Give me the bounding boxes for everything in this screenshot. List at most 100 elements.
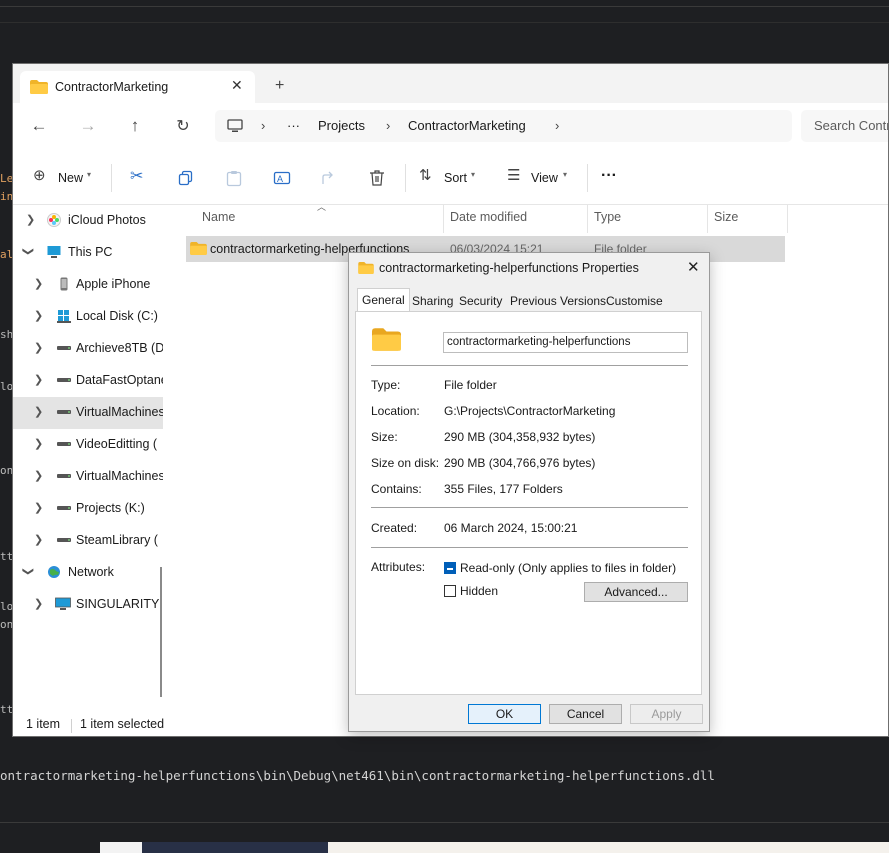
breadcrumb-projects[interactable]: Projects	[318, 118, 365, 133]
sidebar-item-virtualmachines[interactable]: ❯ VirtualMachines	[13, 397, 163, 429]
tab-customise[interactable]: Customise	[602, 291, 667, 311]
rename-icon[interactable]: A	[273, 169, 291, 187]
forward-arrow-icon[interactable]: →	[76, 116, 100, 136]
column-header-name[interactable]: Name	[202, 210, 235, 224]
new-tab-button[interactable]: +	[275, 77, 284, 95]
sidebar-item-datafastoptane[interactable]: ❯ DataFastOptane	[13, 365, 163, 397]
folder-icon	[30, 80, 48, 94]
view-button[interactable]: View	[531, 171, 558, 185]
tab-previous-versions[interactable]: Previous Versions	[506, 291, 610, 311]
cut-icon[interactable]: ✂	[130, 166, 143, 186]
copy-icon[interactable]	[178, 170, 194, 186]
up-arrow-icon[interactable]: ↑	[123, 116, 147, 136]
chevron-right-icon[interactable]: ❯	[34, 373, 43, 386]
column-header-size[interactable]: Size	[714, 210, 738, 224]
add-circle-icon[interactable]: ⊕	[33, 166, 46, 184]
cancel-button[interactable]: Cancel	[549, 704, 622, 724]
folder-large-icon	[372, 328, 401, 351]
sidebar-item-singularity[interactable]: ❯ SINGULARITY	[13, 589, 163, 621]
delete-icon[interactable]	[369, 169, 385, 187]
column-header-type[interactable]: Type	[594, 210, 621, 224]
sidebar-item-network[interactable]: ❯ Network	[13, 557, 163, 589]
hidden-checkbox[interactable]	[444, 585, 456, 597]
share-icon[interactable]	[321, 170, 337, 186]
sidebar-item-label: Apple iPhone	[76, 277, 151, 291]
sidebar-item-virtualmachines-2[interactable]: ❯ VirtualMachines	[13, 461, 163, 493]
ok-button[interactable]: OK	[468, 704, 541, 724]
chevron-right-icon[interactable]: ❯	[34, 597, 43, 610]
sidebar-item-projects-k[interactable]: ❯ Projects (K:)	[13, 493, 163, 525]
folder-name-field[interactable]: contractormarketing-helperfunctions	[443, 332, 688, 353]
tab-label: ContractorMarketing	[55, 80, 169, 94]
sidebar-item-label: Network	[68, 565, 114, 579]
chevron-right-icon[interactable]: ❯	[34, 469, 43, 482]
sidebar-item-local-disk-c[interactable]: ❯ Local Disk (C:)	[13, 301, 163, 333]
chevron-down-icon[interactable]: ❯	[22, 247, 35, 256]
chevron-right-icon[interactable]: ❯	[34, 277, 43, 290]
search-placeholder: Search ContractorMarketing	[814, 118, 888, 133]
chevron-down-icon[interactable]: ❯	[22, 567, 35, 576]
breadcrumb-more[interactable]: ···	[287, 118, 300, 133]
sidebar-scrollbar[interactable]	[160, 567, 162, 697]
sort-button[interactable]: Sort	[444, 171, 467, 185]
paste-icon[interactable]	[226, 170, 242, 187]
more-options-icon[interactable]: ···	[601, 167, 617, 185]
tab-contractormarketing[interactable]: ContractorMarketing ✕	[20, 71, 255, 103]
contains-value: 355 Files, 177 Folders	[444, 482, 563, 496]
search-input[interactable]: Search ContractorMarketing	[801, 110, 888, 142]
size-on-disk-label: Size on disk:	[371, 456, 440, 470]
sidebar-item-apple-iphone[interactable]: ❯ Apple iPhone	[13, 269, 163, 301]
terminal-text: tt	[0, 550, 12, 563]
chevron-right-icon[interactable]: ❯	[34, 341, 43, 354]
new-button[interactable]: New	[58, 171, 83, 185]
size-label: Size:	[371, 430, 398, 444]
sidebar-item-label: Local Disk (C:)	[76, 309, 158, 323]
sidebar-item-icloud-photos[interactable]: ❯ iCloud Photos	[13, 205, 163, 237]
sidebar-item-archieve8tb[interactable]: ❯ Archieve8TB (D:)	[13, 333, 163, 365]
chevron-right-icon[interactable]: ❯	[34, 501, 43, 514]
back-arrow-icon[interactable]: ←	[27, 116, 51, 136]
sidebar-item-label: SINGULARITY	[76, 597, 160, 611]
divider	[371, 547, 688, 548]
readonly-checkbox[interactable]	[444, 562, 456, 574]
divider	[371, 507, 688, 508]
terminal-text: al	[0, 248, 12, 261]
column-divider	[787, 205, 788, 233]
command-bar: ⊕ New ▾ ✂ A ⇅ Sort ▾ ☰ View ▾ ···	[13, 151, 888, 205]
sort-icon: ⇅	[419, 167, 432, 184]
chevron-right-icon[interactable]: ❯	[34, 533, 43, 546]
chevron-right-icon[interactable]: ❯	[34, 405, 43, 418]
terminal-divider	[0, 822, 889, 823]
chevron-right-icon[interactable]: ›	[555, 118, 559, 133]
chevron-right-icon[interactable]: ❯	[34, 309, 43, 322]
this-pc-icon	[47, 246, 61, 258]
tab-sharing[interactable]: Sharing	[408, 291, 457, 311]
chevron-right-icon[interactable]: ❯	[34, 437, 43, 450]
sidebar-item-videoeditting[interactable]: ❯ VideoEditting (	[13, 429, 163, 461]
chevron-down-icon: ▾	[563, 170, 568, 179]
column-divider	[707, 205, 708, 233]
created-value: 06 March 2024, 15:00:21	[444, 521, 578, 535]
sidebar-item-steamlibrary[interactable]: ❯ SteamLibrary (	[13, 525, 163, 557]
terminal-divider	[0, 6, 889, 7]
svg-text:A: A	[277, 174, 283, 184]
tab-general[interactable]: General	[357, 288, 410, 313]
size-on-disk-value: 290 MB (304,766,976 bytes)	[444, 456, 596, 470]
close-icon[interactable]: ✕	[231, 77, 243, 94]
close-icon[interactable]: ✕	[687, 258, 700, 276]
sidebar-item-this-pc[interactable]: ❯ This PC	[13, 237, 163, 269]
tab-security[interactable]: Security	[455, 291, 506, 311]
drive-icon	[57, 506, 71, 510]
breadcrumb-contractormarketing[interactable]: ContractorMarketing	[408, 118, 526, 133]
chevron-right-icon[interactable]: ❯	[26, 213, 35, 226]
tab-bar: ContractorMarketing ✕ +	[13, 64, 888, 103]
sidebar-item-label: Projects (K:)	[76, 501, 145, 515]
terminal-text: on	[0, 464, 12, 477]
column-header-date-modified[interactable]: Date modified	[450, 210, 527, 224]
sort-ascending-icon: ︿	[317, 202, 327, 212]
address-bar[interactable]: › ··· Projects › ContractorMarketing ›	[215, 110, 792, 142]
apply-button[interactable]: Apply	[630, 704, 703, 724]
sidebar-item-label: VideoEditting (	[76, 437, 158, 451]
refresh-icon[interactable]: ↻	[171, 116, 195, 136]
advanced-button[interactable]: Advanced...	[584, 582, 688, 602]
